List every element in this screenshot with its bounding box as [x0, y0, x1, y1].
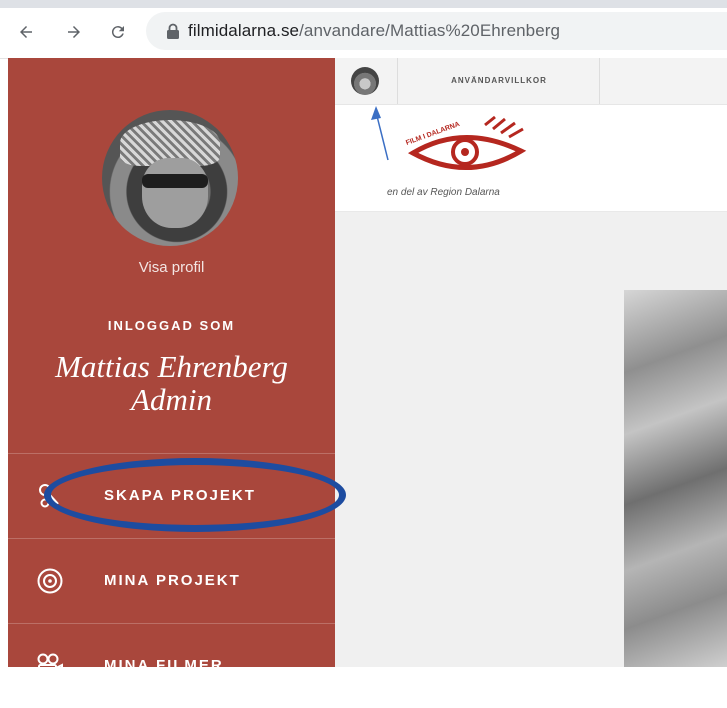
film-i-dalarna-logo[interactable]: FILM I DALARNA: [403, 115, 533, 185]
url-domain: filmidalarna.se: [188, 21, 300, 40]
main-content: [335, 212, 727, 667]
address-url: filmidalarna.se/anvandare/Mattias%20Ehre…: [188, 21, 560, 41]
menu-label: SKAPA PROJEKT: [104, 487, 256, 504]
profile-avatar[interactable]: [102, 110, 238, 246]
tools-icon: [39, 484, 59, 508]
menu-label: MINA PROJEKT: [104, 572, 241, 589]
hero-image: [624, 290, 727, 667]
browser-toolbar: filmidalarna.se/anvandare/Mattias%20Ehre…: [0, 0, 727, 59]
arrow-left-icon: [20, 26, 32, 38]
reload-button[interactable]: [106, 20, 130, 44]
lock-icon: [167, 23, 179, 39]
menu-item-skapa-projekt[interactable]: SKAPA PROJEKT: [8, 454, 335, 538]
tagline: en del av Region Dalarna: [387, 187, 500, 198]
menu-label: MINA FILMER: [104, 657, 224, 674]
user-role: Admin: [131, 382, 212, 417]
nav-separator: [599, 58, 600, 104]
nav-separator: [397, 58, 398, 104]
film-reel-icon: [37, 568, 63, 594]
site-header: FILM I DALARNA en del av Region Dalarna: [335, 105, 727, 212]
logged-in-label: INLOGGAD SOM: [107, 318, 236, 333]
avatar-glasses: [142, 174, 208, 188]
address-bar[interactable]: filmidalarna.se/anvandare/Mattias%20Ehre…: [146, 12, 727, 50]
top-navigation: ANVÄNDARVILLKOR: [335, 58, 727, 105]
user-full-name: Mattias Ehrenberg: [55, 349, 288, 384]
reload-icon: [111, 26, 124, 39]
back-button[interactable]: [14, 20, 38, 44]
tab-strip: [0, 0, 727, 8]
url-path: /anvandare/Mattias%20Ehrenberg: [299, 21, 561, 40]
user-avatar-small[interactable]: [351, 67, 379, 95]
avatar-face: [142, 158, 208, 228]
camera-icon: [37, 653, 63, 677]
menu-item-mina-projekt[interactable]: MINA PROJEKT: [8, 539, 335, 623]
arrow-right-icon: [68, 26, 80, 38]
forward-button[interactable]: [62, 20, 86, 44]
terms-link[interactable]: ANVÄNDARVILLKOR: [399, 58, 599, 104]
view-profile-link[interactable]: Visa profil: [8, 259, 335, 276]
sidebar: Visa profil INLOGGAD SOM Mattias Ehrenbe…: [8, 58, 335, 677]
user-name: Mattias Ehrenberg Admin: [28, 350, 315, 416]
menu-item-mina-filmer[interactable]: MINA FILMER: [8, 624, 335, 708]
